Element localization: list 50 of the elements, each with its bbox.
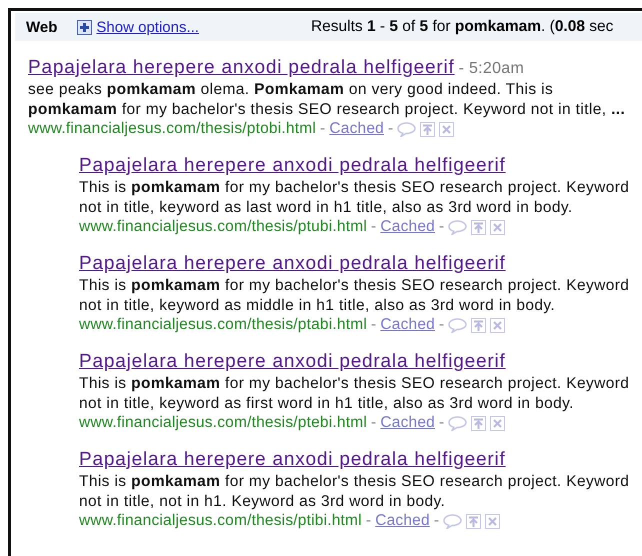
promote-arrow-icon[interactable] bbox=[471, 220, 486, 234]
separator-dash: - bbox=[434, 512, 440, 530]
result-url: www.financialjesus.com/thesis/ptubi.html bbox=[79, 218, 367, 236]
result-snippet: This is pomkamam for my bachelor's thesis SEO research project. Keyword not in title, keyword as last word in h1 title, also as 3rd word in body. bbox=[79, 178, 630, 218]
result-title-link[interactable]: Papajelara herepere anxodi pedrala helfigeerif bbox=[28, 57, 455, 78]
result-title-link[interactable]: Papajelara herepere anxodi pedrala helfigeerif bbox=[79, 253, 506, 274]
separator-dash: - bbox=[370, 414, 376, 432]
result-snippet: This is pomkamam for my bachelor's thesis SEO research project. Keyword not in title, keyword as middle in h1 title, also as 3rd word in body. bbox=[79, 276, 630, 316]
speech-bubble-icon[interactable] bbox=[448, 220, 468, 234]
results-summary: Results 1 - 5 of 5 for pomkamam. (0.08 sec bbox=[310, 18, 614, 36]
cached-link[interactable]: Cached bbox=[380, 316, 435, 334]
separator-dash: - bbox=[439, 414, 444, 432]
result-title-link[interactable]: Papajelara herepere anxodi pedrala helfigeerif bbox=[79, 449, 506, 470]
result-title-link[interactable]: Papajelara herepere anxodi pedrala helfigeerif bbox=[79, 351, 506, 372]
promote-arrow-icon[interactable] bbox=[471, 318, 486, 332]
speech-bubble-icon[interactable] bbox=[448, 416, 468, 430]
cached-link[interactable]: Cached bbox=[375, 512, 430, 530]
cached-link[interactable]: Cached bbox=[380, 414, 435, 432]
separator-dash: - bbox=[320, 120, 326, 138]
remove-x-icon[interactable] bbox=[490, 416, 506, 430]
separator-dash: - bbox=[439, 218, 444, 236]
separator-dash: - bbox=[370, 316, 376, 334]
speech-bubble-icon[interactable] bbox=[443, 514, 462, 528]
remove-x-icon[interactable] bbox=[490, 220, 506, 234]
result-url: www.financialjesus.com/thesis/ptobi.html bbox=[28, 120, 316, 138]
plus-icon bbox=[77, 20, 92, 34]
cached-link[interactable]: Cached bbox=[329, 120, 384, 138]
result-url: www.financialjesus.com/thesis/ptebi.html bbox=[79, 414, 367, 432]
remove-x-icon[interactable] bbox=[439, 122, 454, 136]
remove-x-icon[interactable] bbox=[485, 514, 500, 528]
speech-bubble-icon[interactable] bbox=[448, 318, 468, 332]
cached-link[interactable]: Cached bbox=[380, 218, 435, 236]
result-snippet: This is pomkamam for my bachelor's thesis SEO research project. Keyword not in title, keyword as first word in h1 title, also as 3rd word in body. bbox=[79, 374, 630, 414]
show-options-link[interactable]: Show options... bbox=[77, 18, 199, 36]
separator-dash: - bbox=[370, 218, 376, 236]
result-url: www.financialjesus.com/thesis/ptabi.html bbox=[79, 316, 367, 334]
result-url: www.financialjesus.com/thesis/ptibi.html bbox=[79, 512, 362, 530]
promote-arrow-icon[interactable] bbox=[471, 416, 486, 430]
web-tab[interactable]: Web bbox=[26, 18, 58, 36]
result-snippet: see peaks pomkamam olema. Pomkamam on very good indeed. This is pomkamam for my bachelor's thesis SEO research project. Keyword not in title, ... bbox=[28, 80, 626, 120]
remove-x-icon[interactable] bbox=[490, 318, 506, 332]
separator-dash: - bbox=[366, 512, 372, 530]
separator-dash: - bbox=[439, 316, 444, 334]
speech-bubble-icon[interactable] bbox=[397, 122, 416, 136]
promote-arrow-icon[interactable] bbox=[466, 514, 482, 528]
result-title-link[interactable]: Papajelara herepere anxodi pedrala helfigeerif bbox=[79, 155, 506, 176]
separator-dash: - bbox=[388, 120, 394, 138]
result-time: - 5:20am bbox=[458, 60, 524, 77]
result-snippet: This is pomkamam for my bachelor's thesis SEO research project. Keyword not in title, not in h1. Keyword as 3rd word in body. bbox=[79, 472, 630, 512]
promote-arrow-icon[interactable] bbox=[420, 122, 436, 136]
